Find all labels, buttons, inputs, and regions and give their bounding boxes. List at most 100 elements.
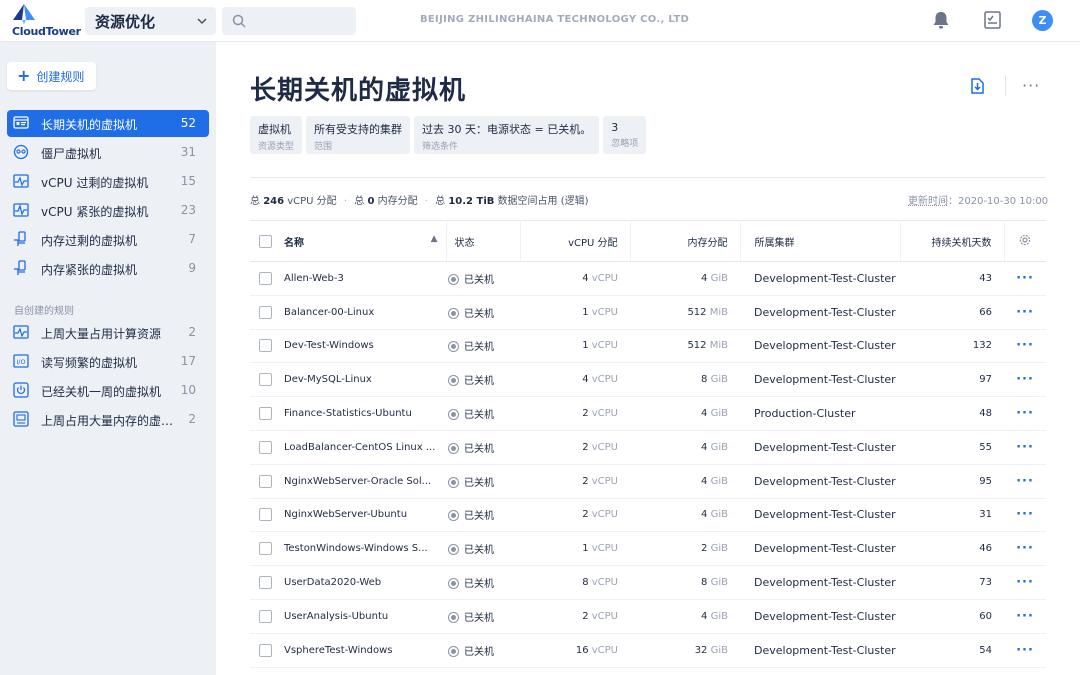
- row-checkbox[interactable]: [259, 373, 272, 387]
- sidebar-item-compute-usage[interactable]: 上周大量占用计算资源 2: [7, 319, 209, 346]
- row-more-button[interactable]: ···: [1016, 271, 1034, 286]
- row-checkbox[interactable]: [259, 407, 272, 421]
- table-row[interactable]: VsphereTest-Windows 已关机 16 vCPU 32 GiB Devel…: [250, 633, 1046, 668]
- bell-icon[interactable]: [932, 11, 950, 30]
- row-checkbox[interactable]: [259, 474, 272, 488]
- sidebar-item-label: 长期关机的虚拟机: [41, 118, 138, 132]
- gear-icon[interactable]: [1019, 234, 1031, 246]
- row-checkbox[interactable]: [259, 271, 272, 285]
- table-row[interactable]: Finance-Statistics-Ubuntu 已关机 2 vCPU 4 GiB P…: [250, 396, 1046, 431]
- vm-memory-unit: GiB: [710, 441, 728, 453]
- column-header-name[interactable]: 名称 ▲: [284, 220, 447, 262]
- row-checkbox[interactable]: [259, 609, 272, 623]
- vm-cluster: Development-Test-Cluster: [740, 498, 900, 533]
- table-row[interactable]: NginxWebServer-Oracle Sol... 已关机 2 vCPU 4 G…: [250, 464, 1046, 499]
- export-icon[interactable]: [968, 77, 986, 95]
- vm-name[interactable]: Dev-MySQL-Linux: [284, 362, 446, 398]
- vm-name[interactable]: Allen-Web-3: [284, 261, 446, 296]
- column-settings-cell: [1004, 220, 1046, 262]
- row-more-button[interactable]: ···: [1016, 507, 1034, 522]
- vm-vcpu: 2: [582, 441, 589, 453]
- vm-status: 已关机: [464, 308, 494, 320]
- row-select-cell: [250, 633, 284, 668]
- row-more-button[interactable]: ···: [1016, 541, 1034, 556]
- user-avatar[interactable]: Z: [1032, 10, 1053, 31]
- vm-name[interactable]: Balancer-00-Linux: [284, 295, 446, 330]
- power-icon: [13, 382, 29, 398]
- table-row[interactable]: UserAnalysis-Ubuntu 已关机 2 vCPU 4 GiB Develop…: [250, 599, 1046, 634]
- vm-name[interactable]: UserAnalysis-Ubuntu: [284, 599, 446, 634]
- vm-name[interactable]: Dev-Test-Windows: [284, 329, 446, 364]
- module-select[interactable]: 资源优化: [85, 7, 216, 35]
- sidebar-item-memory-excess[interactable]: 内存过剩的虚拟机 7: [7, 226, 209, 253]
- column-header-status[interactable]: 状态: [446, 220, 521, 262]
- module-select-label: 资源优化: [95, 12, 156, 31]
- vcpu-excess-icon: [13, 174, 29, 188]
- vm-name[interactable]: LoadBalancer-CentOS Linux ...: [284, 430, 446, 465]
- sidebar-item-vcpu-tight[interactable]: vCPU 紧张的虚拟机 23: [7, 197, 209, 224]
- row-more-button[interactable]: ···: [1016, 338, 1034, 353]
- create-rule-button[interactable]: + 创建规则: [7, 62, 96, 90]
- column-header-memory[interactable]: 内存分配: [630, 220, 741, 262]
- sidebar-item-memory-usage[interactable]: 上周占用大量内存的虚拟机 2: [7, 406, 209, 433]
- column-header-vcpu[interactable]: vCPU 分配: [520, 220, 631, 262]
- row-checkbox[interactable]: [259, 305, 272, 319]
- row-more-button[interactable]: ···: [1016, 474, 1034, 489]
- table-row[interactable]: LoadBalancer-CentOS Linux ... 已关机 2 vCPU 4 …: [250, 430, 1046, 465]
- row-more-button[interactable]: ···: [1016, 372, 1034, 387]
- sidebar-item-memory-tight[interactable]: 内存紧张的虚拟机 9: [7, 255, 209, 282]
- vm-name[interactable]: NginxWebServer-Oracle Sol...: [284, 464, 446, 499]
- create-rule-label: 创建规则: [36, 69, 85, 84]
- vm-name[interactable]: UserData2020-Web: [284, 565, 446, 600]
- table-row[interactable]: TestonWindows-Windows S... 已关机 1 vCPU 2 GiB…: [250, 531, 1046, 567]
- table-row[interactable]: UserData2020-Web 已关机 8 vCPU 8 GiB Developmen…: [250, 565, 1046, 600]
- select-all-checkbox[interactable]: [259, 234, 272, 248]
- vm-off-days: 95: [900, 464, 1004, 499]
- memory-tight-icon: [14, 260, 26, 275]
- table-row[interactable]: Allen-Web-3 已关机 4 vCPU 4 GiB Development-Tes…: [250, 261, 1046, 296]
- row-checkbox[interactable]: [259, 542, 272, 556]
- powered-off-icon: [448, 611, 459, 623]
- sidebar-item-powered-off[interactable]: 长期关机的虚拟机 52: [7, 110, 209, 137]
- row-select-cell: [250, 362, 284, 398]
- vm-status: 已关机: [464, 477, 494, 489]
- sidebar-item-vcpu-excess[interactable]: vCPU 过剩的虚拟机 15: [7, 168, 209, 195]
- vm-name[interactable]: Finance-Statistics-Ubuntu: [284, 396, 446, 431]
- vm-memory-unit: GiB: [710, 644, 728, 656]
- vm-table: 名称 ▲ 状态 vCPU 分配 内存分配 所属集群 持续关机天数 Allen-We…: [250, 220, 1046, 668]
- row-checkbox[interactable]: [259, 339, 272, 353]
- cloudtower-logo[interactable]: CloudTower: [12, 4, 81, 38]
- sidebar-item-io[interactable]: I/O 读写频繁的虚拟机 17: [7, 348, 209, 375]
- vm-name[interactable]: TestonWindows-Windows S...: [284, 531, 446, 567]
- sidebar-item-power-week[interactable]: 已经关机一周的虚拟机 10: [7, 377, 209, 404]
- column-header-cluster[interactable]: 所属集群: [740, 220, 901, 262]
- more-actions-button[interactable]: ···: [1022, 76, 1040, 95]
- vm-vcpu-cell: 2 vCPU: [520, 498, 630, 533]
- vm-name[interactable]: VsphereTest-Windows: [284, 633, 446, 668]
- row-more-button[interactable]: ···: [1016, 609, 1034, 624]
- row-more-button[interactable]: ···: [1016, 440, 1034, 455]
- row-more-button[interactable]: ···: [1016, 305, 1034, 320]
- vm-status: 已关机: [464, 646, 494, 658]
- row-checkbox[interactable]: [259, 440, 272, 454]
- table-row[interactable]: NginxWebServer-Ubuntu 已关机 2 vCPU 4 GiB Devel…: [250, 498, 1046, 533]
- task-list-icon[interactable]: [984, 11, 1001, 29]
- vm-memory: 4: [701, 408, 708, 420]
- search-input[interactable]: [222, 7, 356, 35]
- row-checkbox[interactable]: [259, 576, 272, 590]
- row-more-button[interactable]: ···: [1016, 643, 1034, 658]
- vm-name[interactable]: NginxWebServer-Ubuntu: [284, 498, 446, 533]
- vm-cluster: Development-Test-Cluster: [740, 633, 900, 668]
- row-more-button[interactable]: ···: [1016, 406, 1034, 421]
- table-row[interactable]: Dev-MySQL-Linux 已关机 4 vCPU 8 GiB Development…: [250, 362, 1046, 398]
- chip-ignored[interactable]: 3 忽略项: [603, 116, 647, 154]
- row-checkbox[interactable]: [259, 508, 272, 522]
- sidebar-item-zombie[interactable]: 僵尸虚拟机 31: [7, 139, 209, 166]
- column-header-off-days[interactable]: 持续关机天数: [900, 220, 1005, 262]
- row-more-button[interactable]: ···: [1016, 575, 1034, 590]
- vm-vcpu-cell: 4 vCPU: [520, 261, 630, 296]
- row-checkbox[interactable]: [259, 643, 272, 657]
- table-row[interactable]: Balancer-00-Linux 已关机 1 vCPU 512 MiB Develop…: [250, 295, 1046, 330]
- vm-cluster: Development-Test-Cluster: [740, 261, 900, 296]
- table-row[interactable]: Dev-Test-Windows 已关机 1 vCPU 512 MiB Developm…: [250, 329, 1046, 364]
